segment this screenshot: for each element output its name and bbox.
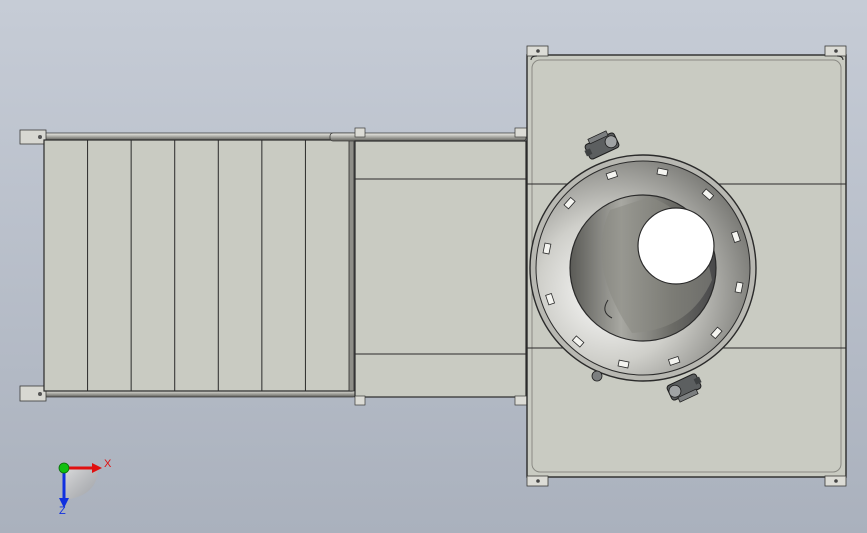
transfer-plate (329, 127, 528, 406)
rail-bracket-top-left (19, 129, 47, 145)
z-axis-label: Z (59, 505, 66, 517)
orientation-triad: X Z (58, 458, 112, 517)
cad-drawing: X Z (19, 45, 847, 517)
drum-outlet-hole (637, 207, 715, 285)
conveyor-section (19, 129, 357, 402)
triad-y-axis (58, 462, 70, 474)
x-axis-label: X (104, 458, 112, 470)
rotating-drum (529, 154, 757, 382)
conveyor-top-rail (23, 132, 357, 141)
cad-viewport[interactable]: X Z (0, 0, 867, 533)
rail-bracket-bottom-left (19, 385, 47, 402)
